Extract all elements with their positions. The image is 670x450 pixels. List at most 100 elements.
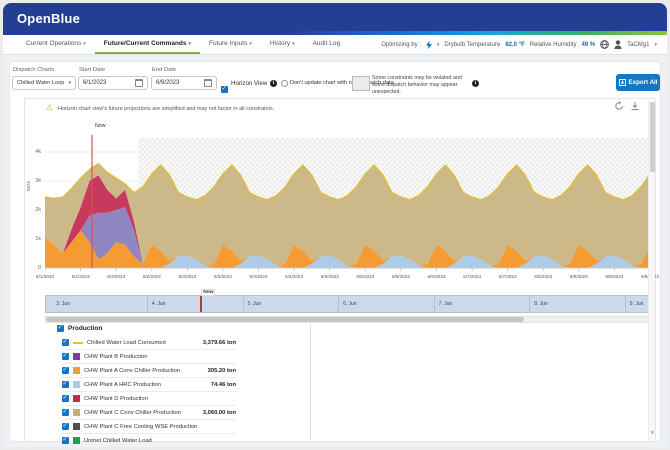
legend-row-chw-plant-d-production: CHW Plant D Production <box>62 392 236 406</box>
navigator-separator <box>243 296 244 312</box>
user-icon[interactable] <box>614 40 622 49</box>
tab-future-current-commands[interactable]: Future/Current Commands▾ <box>95 35 200 54</box>
tab-history[interactable]: History▾ <box>261 35 304 54</box>
stacked-area-chart[interactable] <box>45 122 650 272</box>
dispatch-charts-select[interactable]: Chilled Water Loop ▾ <box>12 76 76 90</box>
warning-icon: ⚠ <box>46 103 53 112</box>
tab-label: Future Inputs <box>209 40 247 47</box>
drybulb-value: 82.0 °F <box>505 42 524 48</box>
optimizing-caret-icon[interactable]: ▾ <box>437 42 440 48</box>
legend-checkbox[interactable] <box>62 423 69 430</box>
calendar-icon[interactable] <box>204 79 212 87</box>
start-date-value: 6/1/2023 <box>83 80 135 86</box>
navigator-separator <box>625 296 626 312</box>
calendar-icon[interactable] <box>135 79 143 87</box>
y-tick-label: 0 <box>27 265 41 271</box>
horizon-view-info-icon[interactable]: i <box>270 80 277 87</box>
legend-checkbox[interactable] <box>62 339 69 346</box>
navigator-date-label: 3. Jun <box>56 301 70 307</box>
vertical-scrollbar-thumb[interactable] <box>650 102 655 172</box>
legend-row-unmet-chilled-water-load: Unmet Chilled Water Load <box>62 434 236 448</box>
tab-future-inputs[interactable]: Future Inputs▾ <box>200 35 261 54</box>
dispatch-charts-value: Chilled Water Loop <box>17 80 65 86</box>
legend-label: CHW Plant C Conv Chiller Production <box>84 410 199 416</box>
navigator-date-label: 4. Jun <box>152 301 166 307</box>
tab-label: Future/Current Commands <box>104 40 187 47</box>
x-tick-label: 6/6/2023 <box>392 274 410 279</box>
navigator-separator <box>338 296 339 312</box>
dispatch-charts-label: Dispatch Charts <box>13 67 54 73</box>
legend-swatch-icon <box>73 381 80 388</box>
tab-caret-icon: ▾ <box>83 41 86 47</box>
scroll-down-arrow-icon[interactable]: ▼ <box>649 430 656 435</box>
user-menu-caret-icon[interactable]: ▾ <box>654 42 657 48</box>
legend-row-chw-plant-c-conv-chiller-production: CHW Plant C Conv Chiller Production 3,060… <box>62 406 236 420</box>
horizon-view-label: Horizon View <box>231 80 267 87</box>
download-icon[interactable] <box>630 101 640 111</box>
tab-caret-icon: ▾ <box>249 41 252 47</box>
top-navbar: Current Operations▾Future/Current Comman… <box>3 35 667 55</box>
username[interactable]: TaCMg1 <box>627 42 649 48</box>
navigator-separator <box>147 296 148 312</box>
constraints-info-icon[interactable]: i <box>472 80 479 87</box>
legend-swatch-icon <box>73 409 80 416</box>
x-tick-label: 6/7/2023 <box>499 274 517 279</box>
legend-swatch-icon <box>73 342 83 344</box>
horizon-view-checkbox[interactable] <box>221 86 228 93</box>
navigator-separator <box>529 296 530 312</box>
y-tick-label: 4k <box>27 149 41 155</box>
bolt-icon[interactable] <box>426 41 432 49</box>
navigator-now-line[interactable] <box>200 296 202 312</box>
legend-checkbox[interactable] <box>62 395 69 402</box>
navigator-date-label: 7. Jun <box>439 301 453 307</box>
dont-update-radio[interactable] <box>281 80 288 87</box>
legend-swatch-icon <box>73 423 80 430</box>
tab-current-operations[interactable]: Current Operations▾ <box>17 35 95 54</box>
export-icon <box>619 79 626 86</box>
end-date-label: End Date <box>152 67 176 73</box>
tab-audit-log[interactable]: Audit Log <box>304 35 349 54</box>
x-tick-label: 6/8/2023 <box>570 274 588 279</box>
vertical-scrollbar[interactable]: ▼ <box>648 100 655 440</box>
legend-value: 3,379.66 ton <box>203 340 236 346</box>
tab-label: History <box>270 40 290 47</box>
production-checkbox[interactable] <box>57 325 64 332</box>
horizontal-scrollbar-thumb[interactable] <box>46 317 524 322</box>
humidity-label: Relative Humidity <box>530 42 577 48</box>
x-tick-label: 6/8/2023 <box>534 274 552 279</box>
legend-row-chw-plant-a-hrc-production: CHW Plant A HRC Production74.46 ton <box>62 378 236 392</box>
now-marker-label: Now <box>94 123 107 129</box>
x-tick-label: 6/6/2023 <box>428 274 446 279</box>
refresh-icon[interactable] <box>614 101 624 111</box>
legend-swatch-icon <box>73 353 80 360</box>
legend-checkbox[interactable] <box>62 367 69 374</box>
globe-icon[interactable] <box>600 40 609 49</box>
x-tick-label: 6/9/2023 <box>605 274 623 279</box>
legend-checkbox[interactable] <box>62 409 69 416</box>
export-all-button[interactable]: Export All <box>616 74 660 91</box>
end-date-input[interactable]: 6/9/2023 <box>151 76 217 90</box>
navigator-date-label: 8. Jun <box>534 301 548 307</box>
legend-label: CHW Plant A Conv Chiller Production <box>84 368 204 374</box>
export-all-label: Export All <box>629 79 658 86</box>
x-tick-label: 6/3/2023 <box>214 274 232 279</box>
end-date-value: 6/9/2023 <box>156 80 204 86</box>
app-title: OpenBlue <box>17 11 80 26</box>
tab-caret-icon: ▾ <box>292 41 295 47</box>
x-tick-label: 6/3/2023 <box>178 274 196 279</box>
constraints-swatch <box>352 76 370 91</box>
legend-row-chw-plant-b-production: CHW Plant B Production <box>62 350 236 364</box>
start-date-input[interactable]: 6/1/2023 <box>78 76 148 90</box>
legend-row-chw-plant-c-free-cooling-wse-production: CHW Plant C Free Cooling WSE Production <box>62 420 236 434</box>
legend-checkbox[interactable] <box>62 381 69 388</box>
legend-checkbox[interactable] <box>62 437 69 444</box>
x-tick-label: 6/2/2023 <box>143 274 161 279</box>
horizontal-scrollbar[interactable] <box>45 316 650 323</box>
legend-divider <box>310 322 311 440</box>
timeline-navigator[interactable]: 3. Jun4. Jun5. Jun6. Jun7. Jun8. Jun9. J… <box>45 295 650 313</box>
legend-value: 3,060.00 ton <box>203 410 236 416</box>
x-axis-ticks: 6/1/20236/1/20236/2/20236/2/20236/3/2023… <box>45 272 650 282</box>
x-tick-label: 6/5/2023 <box>356 274 374 279</box>
select-caret-icon: ▾ <box>68 80 71 86</box>
legend-checkbox[interactable] <box>62 353 69 360</box>
